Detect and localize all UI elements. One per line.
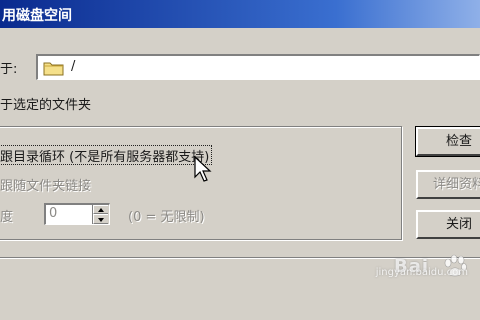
details-button[interactable]: 详细资料 bbox=[416, 170, 480, 199]
watermark-url: jingyan.baidu.com bbox=[375, 267, 468, 278]
arrow-down-icon bbox=[98, 218, 104, 222]
depth-label: 度 bbox=[0, 210, 14, 225]
depth-decrement-button[interactable] bbox=[93, 214, 108, 224]
close-button[interactable]: 关闭 bbox=[416, 210, 480, 239]
folder-icon bbox=[43, 62, 64, 76]
depth-value: 0 bbox=[49, 206, 58, 221]
location-label: 于: bbox=[0, 62, 18, 77]
loop-checkbox-label[interactable]: 跟目录循环 (不是所有服务器都支持) bbox=[0, 145, 213, 165]
title-bar: 用磁盘空间 bbox=[0, 0, 480, 28]
depth-increment-button[interactable] bbox=[93, 205, 108, 214]
depth-hint: (0 = 无限制) bbox=[128, 210, 205, 225]
depth-stepper-buttons bbox=[92, 205, 109, 224]
baidu-watermark: Bai jingyan.baidu.com bbox=[376, 254, 474, 290]
follow-links-label[interactable]: 跟随文件夹链接 bbox=[0, 175, 91, 194]
depth-stepper[interactable]: 0 bbox=[44, 203, 110, 225]
arrow-up-icon bbox=[98, 208, 104, 212]
path-field[interactable]: / bbox=[36, 54, 480, 80]
window-title: 用磁盘空间 bbox=[2, 8, 72, 24]
scope-text: 于选定的文件夹 bbox=[0, 98, 92, 113]
check-button[interactable]: 检查 bbox=[415, 126, 480, 157]
path-value: / bbox=[71, 59, 76, 74]
mouse-cursor-icon bbox=[194, 156, 212, 182]
